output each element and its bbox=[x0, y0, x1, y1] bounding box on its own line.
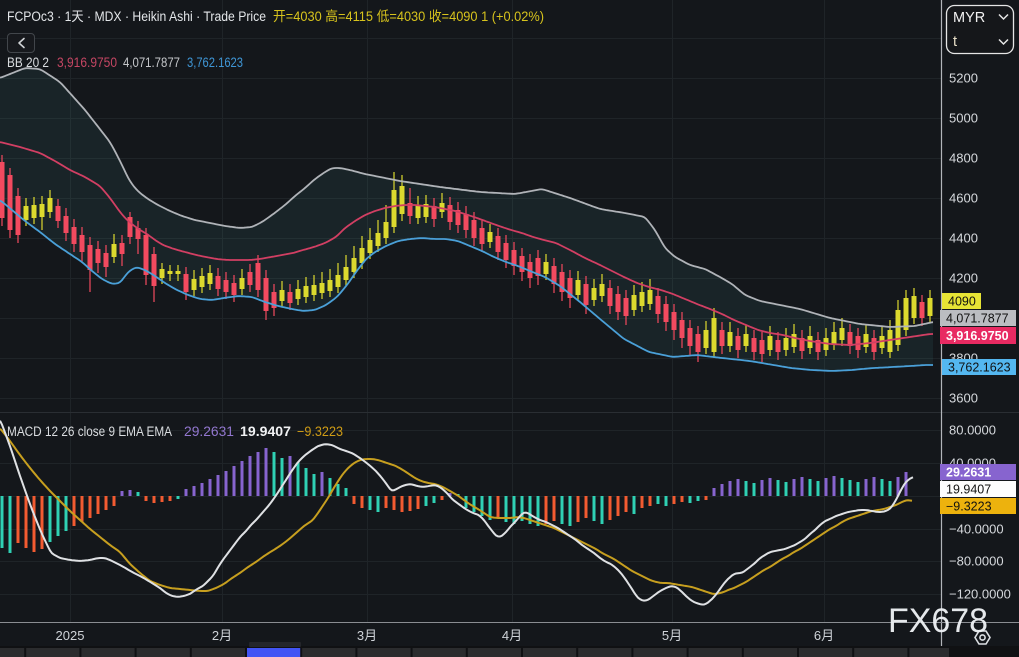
svg-text:3,762.1623: 3,762.1623 bbox=[948, 361, 1011, 375]
svg-text:2025: 2025 bbox=[56, 628, 85, 643]
svg-text:3,916.9750: 3,916.9750 bbox=[57, 55, 117, 70]
svg-text:FCPOc3 · 1天 · MDX · Heikin Ash: FCPOc3 · 1天 · MDX · Heikin Ashi · Trade … bbox=[7, 9, 266, 24]
svg-text:MACD 12 26 close 9 EMA EMA: MACD 12 26 close 9 EMA EMA bbox=[7, 424, 172, 439]
svg-text:19.9407: 19.9407 bbox=[946, 483, 991, 497]
svg-text:FX678: FX678 bbox=[888, 602, 988, 640]
svg-text:MYR: MYR bbox=[953, 10, 985, 26]
svg-text:4月: 4月 bbox=[502, 628, 522, 643]
svg-text:6月: 6月 bbox=[814, 628, 834, 643]
svg-text:−9.3223: −9.3223 bbox=[946, 500, 992, 514]
svg-text:t: t bbox=[953, 34, 957, 50]
svg-text:5月: 5月 bbox=[662, 628, 682, 643]
svg-text:−40.0000: −40.0000 bbox=[949, 522, 1004, 537]
svg-text:−120.0000: −120.0000 bbox=[949, 587, 1011, 602]
svg-text:2月: 2月 bbox=[212, 628, 232, 643]
svg-text:−9.3223: −9.3223 bbox=[297, 424, 343, 439]
svg-text:4090: 4090 bbox=[948, 295, 976, 309]
svg-text:4,071.7877: 4,071.7877 bbox=[946, 312, 1009, 326]
svg-text:3600: 3600 bbox=[949, 391, 978, 406]
svg-text:开=4030 高=4115 低=4030 收=4090 1: 开=4030 高=4115 低=4030 收=4090 1 (+0.02%) bbox=[273, 8, 544, 24]
svg-text:4,071.7877: 4,071.7877 bbox=[123, 55, 180, 70]
svg-text:4600: 4600 bbox=[949, 191, 978, 206]
svg-text:29.2631: 29.2631 bbox=[184, 424, 234, 439]
svg-text:80.0000: 80.0000 bbox=[949, 423, 996, 438]
svg-text:3,916.9750: 3,916.9750 bbox=[946, 329, 1009, 343]
svg-text:4200: 4200 bbox=[949, 271, 978, 286]
svg-text:4800: 4800 bbox=[949, 151, 978, 166]
svg-text:29.2631: 29.2631 bbox=[946, 466, 991, 480]
svg-text:−80.0000: −80.0000 bbox=[949, 554, 1004, 569]
svg-text:5200: 5200 bbox=[949, 71, 978, 86]
svg-text:3月: 3月 bbox=[357, 628, 377, 643]
svg-text:19.9407: 19.9407 bbox=[240, 424, 291, 439]
svg-text:4400: 4400 bbox=[949, 231, 978, 246]
svg-text:5000: 5000 bbox=[949, 111, 978, 126]
svg-text:3,762.1623: 3,762.1623 bbox=[187, 55, 243, 70]
svg-text:BB 20 2: BB 20 2 bbox=[7, 55, 49, 70]
